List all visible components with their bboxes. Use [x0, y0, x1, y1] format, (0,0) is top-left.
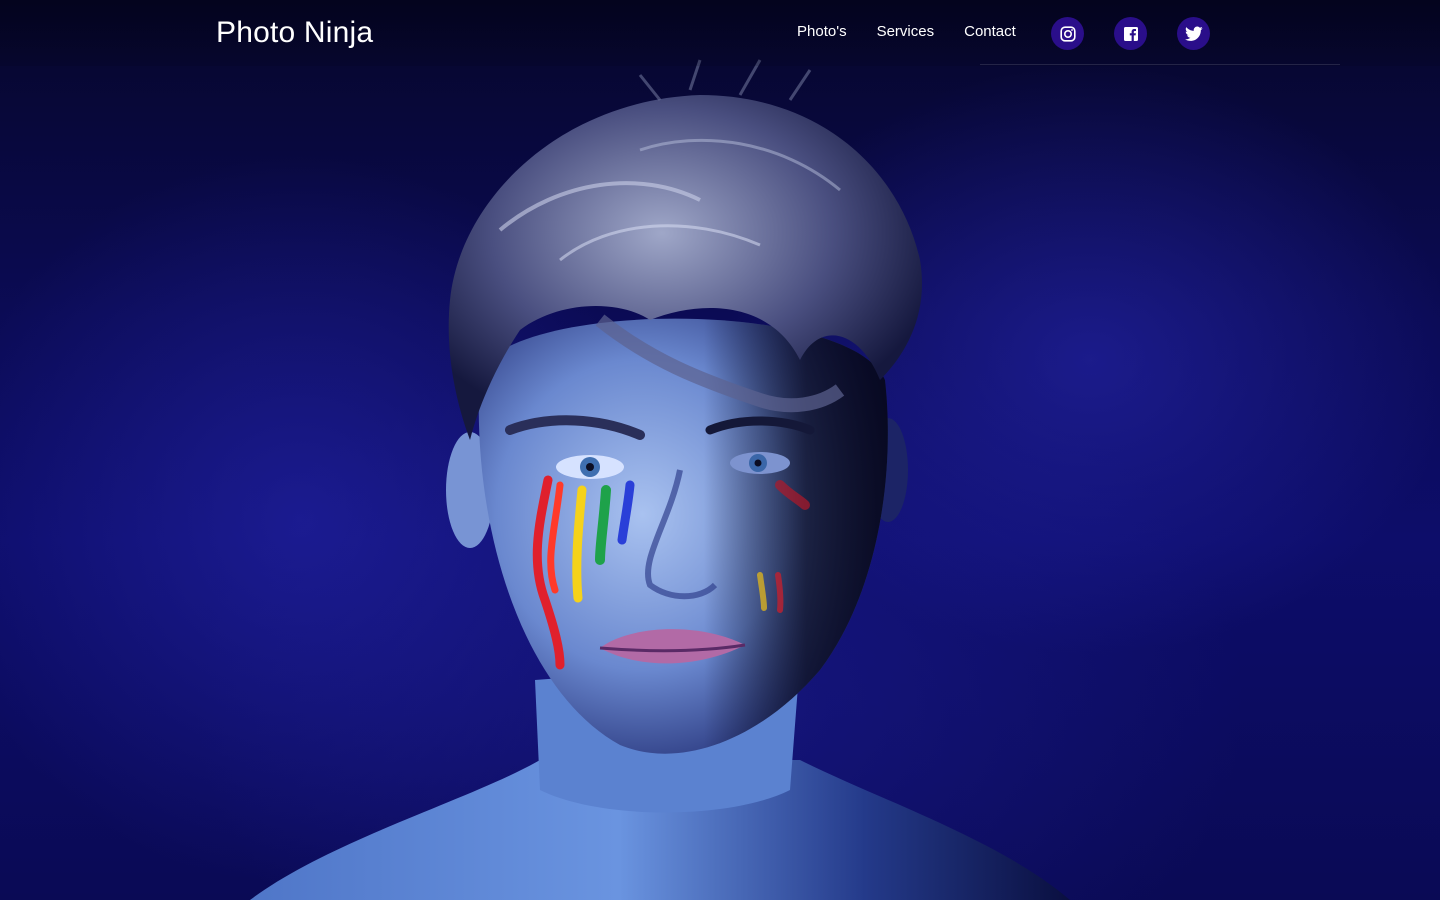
nav-link-services[interactable]: Services: [877, 22, 935, 42]
main-nav: Photo's Services Contact: [797, 22, 1016, 42]
facebook-button[interactable]: [1114, 17, 1147, 50]
twitter-button[interactable]: [1177, 17, 1210, 50]
nav-link-contact[interactable]: Contact: [964, 22, 1016, 42]
facebook-icon: [1123, 26, 1138, 41]
instagram-button[interactable]: [1051, 17, 1084, 50]
hero-photo: [0, 0, 1440, 900]
nav-link-photos[interactable]: Photo's: [797, 22, 847, 42]
social-links: [1051, 17, 1210, 50]
header-divider: [980, 64, 1340, 65]
brand-logo[interactable]: Photo Ninja: [216, 14, 373, 52]
portrait-illustration: [250, 59, 1070, 900]
page: Photo Ninja Photo's Services Contact: [0, 0, 1440, 900]
instagram-icon: [1059, 25, 1076, 42]
twitter-icon: [1184, 26, 1203, 41]
site-header: Photo Ninja Photo's Services Contact: [0, 0, 1440, 66]
